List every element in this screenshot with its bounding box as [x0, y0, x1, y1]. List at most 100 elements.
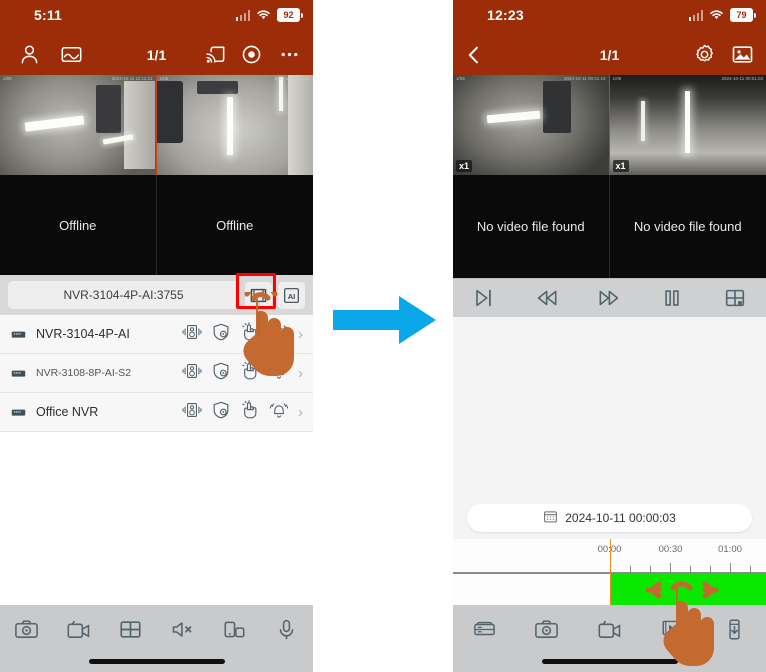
- shield-settings-icon[interactable]: [211, 361, 231, 386]
- comparison-stage: 5:11 92 1/1 1/05 2024-10-11 11:11:21 1/0…: [0, 0, 766, 672]
- date-time-value: 2024-10-11 00:00:03: [565, 511, 676, 525]
- step-frame-icon[interactable]: [472, 286, 496, 310]
- video-cell[interactable]: 1/06 2024-10-11 01:23: [156, 75, 313, 175]
- video-cell[interactable]: No video file found: [609, 175, 766, 278]
- shield-settings-icon[interactable]: [211, 322, 231, 347]
- time-stamp: 2024-10-11 00:01:03: [721, 76, 763, 81]
- snapshot-camera-icon[interactable]: [14, 617, 39, 642]
- timeline-tick: [649, 566, 651, 573]
- film-playback-icon[interactable]: [245, 281, 272, 309]
- list-item[interactable]: NVR-3104-4P-AI ›: [0, 315, 313, 354]
- channel-stamp: 1/05: [456, 76, 465, 81]
- left-video-grid: 1/05 2024-10-11 11:11:21 1/06 2024-10-11…: [0, 75, 313, 275]
- nvr-device-icon: [8, 404, 28, 421]
- list-item[interactable]: NVR-3108-8P-AI-S2 ›: [0, 354, 313, 393]
- time-stamp: 2024-10-11 00:01:15: [564, 76, 606, 81]
- two-way-audio-icon[interactable]: [182, 322, 202, 347]
- device-search-bar: NVR-3104-4P-AI:3755 AI: [0, 275, 313, 315]
- page-indicator: 1/1: [146, 46, 167, 63]
- shield-settings-icon[interactable]: [211, 400, 231, 425]
- speaker-muted-icon[interactable]: [170, 617, 195, 642]
- timeline-tick: [749, 566, 751, 573]
- video-cell[interactable]: 1/05 2024-10-11 00:01:15 x1: [453, 75, 610, 175]
- timeline-tick: [729, 563, 731, 573]
- right-phone-screen: 12:23 79 1/1 1/05 2024-10-11 00:01:15 x1…: [453, 0, 766, 672]
- two-way-audio-icon[interactable]: [182, 361, 202, 386]
- wifi-icon: [710, 10, 723, 20]
- list-empty-area: [0, 432, 313, 607]
- calendar-icon: [543, 509, 558, 527]
- playback-control-bar: [453, 278, 766, 317]
- manual-trigger-icon[interactable]: [240, 321, 260, 347]
- screen-cast-icon[interactable]: [204, 43, 227, 66]
- zoom-level-badge: x1: [612, 160, 629, 172]
- chevron-right-icon: ›: [298, 364, 303, 382]
- record-video-icon[interactable]: [597, 617, 622, 642]
- timeline-tick: [709, 566, 711, 573]
- device-list: NVR-3104-4P-AI › NVR-3108-8P-AI-S2 › Off…: [0, 315, 313, 432]
- fast-forward-icon[interactable]: [597, 286, 621, 310]
- alarm-bell-icon[interactable]: [269, 361, 289, 386]
- manual-trigger-icon[interactable]: [240, 360, 260, 386]
- snapshot-camera-icon[interactable]: [534, 617, 559, 642]
- nvr-device-icon: [8, 326, 28, 343]
- video-clip-filter-icon[interactable]: [660, 617, 685, 642]
- alarm-bell-icon[interactable]: [269, 322, 289, 347]
- transition-gap: [313, 0, 453, 672]
- date-time-picker[interactable]: 2024-10-11 00:00:03: [467, 504, 752, 532]
- ai-button[interactable]: AI: [278, 281, 305, 309]
- device-name: Office NVR: [36, 405, 99, 419]
- grid-layout-icon[interactable]: [118, 617, 143, 642]
- video-cell[interactable]: No video file found: [453, 175, 610, 278]
- screen-rotate-icon[interactable]: [222, 617, 247, 642]
- right-bottom-toolbar: [453, 605, 766, 672]
- chevron-right-icon: ›: [298, 403, 303, 421]
- timeline-tick-label: 00:30: [658, 544, 683, 555]
- video-cell[interactable]: 1/06 2024-10-11 00:01:03 x1: [609, 75, 766, 175]
- pause-icon[interactable]: [660, 286, 684, 310]
- video-cell[interactable]: 1/05 2024-10-11 11:11:21: [0, 75, 157, 175]
- manual-trigger-icon[interactable]: [240, 399, 260, 425]
- alarm-bell-icon[interactable]: [269, 400, 289, 425]
- microphone-icon[interactable]: [274, 617, 299, 642]
- time-stamp: 2024-10-11 11:11:21: [111, 76, 153, 81]
- usb-download-icon[interactable]: [722, 617, 747, 642]
- timeline-playhead[interactable]: [609, 539, 612, 611]
- status-time: 5:11: [34, 7, 63, 23]
- nvr-device-icon: [8, 365, 28, 382]
- left-phone-screen: 5:11 92 1/1 1/05 2024-10-11 11:11:21 1/0…: [0, 0, 313, 672]
- timeline-tick: [689, 566, 691, 573]
- home-indicator: [541, 659, 678, 664]
- search-input[interactable]: NVR-3104-4P-AI:3755: [8, 281, 239, 309]
- home-indicator: [88, 659, 225, 664]
- cellular-signal-icon: [688, 9, 703, 21]
- no-video-label: No video file found: [633, 219, 742, 234]
- nvr-storage-icon[interactable]: [472, 617, 497, 642]
- eye-preview-icon[interactable]: [240, 43, 263, 66]
- zoom-level-badge: x1: [456, 160, 473, 172]
- right-app-bar: 1/1: [453, 34, 766, 75]
- offline-label: Offline: [216, 217, 254, 233]
- video-cell[interactable]: Offline: [0, 175, 157, 275]
- device-name: NVR-3104-4P-AI: [36, 327, 130, 341]
- battery-badge: 92: [277, 8, 303, 22]
- grid-layout-icon[interactable]: [723, 286, 747, 310]
- rewind-icon[interactable]: [535, 286, 559, 310]
- channel-stamp: 1/06: [612, 76, 622, 81]
- more-options-icon[interactable]: [278, 43, 301, 66]
- two-way-audio-icon[interactable]: [182, 400, 202, 425]
- battery-badge: 79: [730, 8, 756, 22]
- left-app-bar: 1/1: [0, 34, 313, 75]
- list-item[interactable]: Office NVR ›: [0, 393, 313, 432]
- gear-settings-icon[interactable]: [693, 43, 716, 66]
- video-cell[interactable]: Offline: [156, 175, 313, 275]
- chevron-right-icon: ›: [298, 325, 303, 343]
- image-gallery-icon[interactable]: [731, 43, 754, 66]
- left-bottom-toolbar: [0, 605, 313, 672]
- channel-stamp: 1/06: [159, 76, 169, 81]
- playback-timeline[interactable]: 00:00 00:30 01:00: [453, 539, 766, 614]
- date-picker-bar: 2024-10-11 00:00:03: [453, 495, 766, 539]
- svg-text:AI: AI: [288, 291, 296, 300]
- playback-empty-area: [453, 317, 766, 495]
- record-video-icon[interactable]: [66, 617, 91, 642]
